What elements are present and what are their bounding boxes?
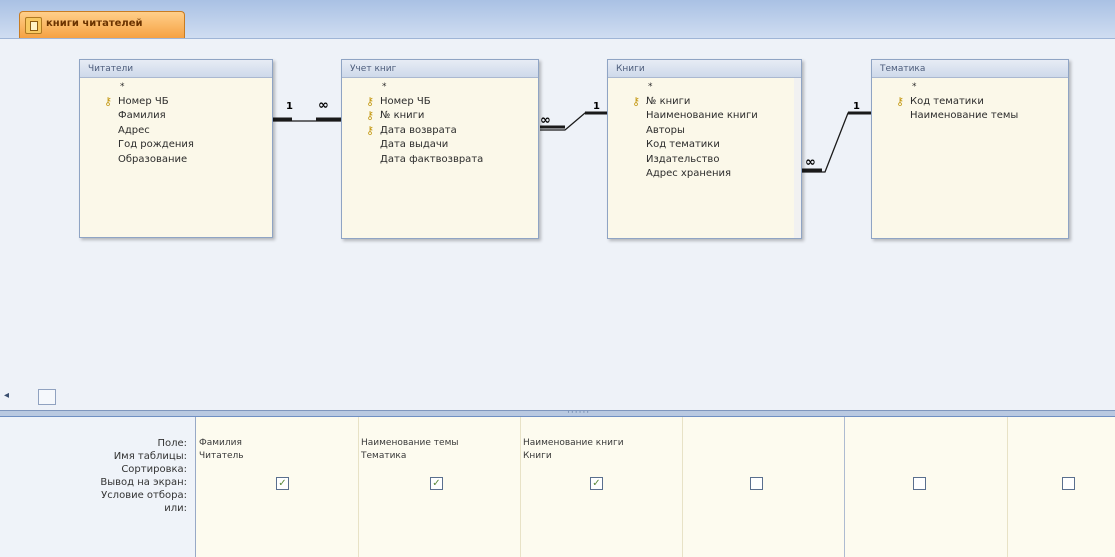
field-item[interactable]: Издательство xyxy=(608,153,801,168)
field-all[interactable]: * xyxy=(872,80,1068,95)
field-item[interactable]: Код тематики xyxy=(608,138,801,153)
field-item[interactable]: Адрес хранения xyxy=(608,167,801,182)
show-checkbox-6[interactable] xyxy=(1062,477,1075,490)
field-item[interactable]: Адрес xyxy=(80,124,272,139)
field-name: № книги xyxy=(380,110,425,121)
field-all[interactable]: * xyxy=(80,80,272,95)
row-label-criteria: Условие отбора: xyxy=(101,490,187,501)
field-all[interactable]: * xyxy=(608,80,801,95)
field-item[interactable]: Год рождения xyxy=(80,138,272,153)
relation-1-one-label: 1 xyxy=(286,101,293,112)
query-design-area[interactable]: 1 ∞ ∞ 1 ∞ 1 Читатели * ⚷ Номер ЧБ Фамилия… xyxy=(0,38,1115,412)
scroll-left-icon[interactable]: ◂ xyxy=(4,390,9,401)
grid-columns[interactable]: Фамилия Читатель ✓ Наименование темы Тем… xyxy=(195,417,1115,557)
row-label-or: или: xyxy=(164,503,187,514)
field-name: Образование xyxy=(118,153,188,165)
field-item[interactable]: Авторы xyxy=(608,124,801,139)
field-name: Адрес хранения xyxy=(646,168,732,179)
field-name: Код тематики xyxy=(646,139,720,150)
design-horizontal-scrollbar[interactable]: ◂ xyxy=(0,386,1115,409)
query-tab[interactable]: книги читателей xyxy=(19,11,185,39)
field-item[interactable]: Фамилия xyxy=(80,109,272,124)
row-label-table: Имя таблицы: xyxy=(113,451,187,462)
field-name: Номер ЧБ xyxy=(380,95,431,107)
field-list-title[interactable]: Тематика xyxy=(872,60,1068,78)
row-label-sort: Сортировка: xyxy=(121,464,187,475)
cell-field[interactable]: Наименование темы xyxy=(361,438,458,448)
show-checkbox-5[interactable] xyxy=(913,477,926,490)
cell-table[interactable]: Тематика xyxy=(361,451,406,461)
grid-column-1[interactable]: Фамилия Читатель ✓ xyxy=(196,417,359,557)
field-list-readers[interactable]: Читатели * ⚷ Номер ЧБ Фамилия Адрес Год р… xyxy=(79,59,273,238)
query-tab-label: книги читателей xyxy=(46,18,143,29)
relation-2-many-label: ∞ xyxy=(540,113,551,128)
field-list-title[interactable]: Учет книг xyxy=(342,60,538,78)
primary-key-icon: ⚷ xyxy=(366,94,375,108)
primary-key-icon: ⚷ xyxy=(896,94,905,108)
field-name: № книги xyxy=(646,95,691,107)
field-item[interactable]: Образование xyxy=(80,153,272,168)
field-item[interactable]: Наименование книги xyxy=(608,109,801,124)
field-item[interactable]: ⚷ № книги xyxy=(342,109,538,124)
field-list-topics[interactable]: Тематика * ⚷ Код тематики Наименование те… xyxy=(871,59,1069,239)
row-label-field: Поле: xyxy=(157,438,187,449)
field-name: Дата возврата xyxy=(380,124,457,136)
field-name: Дата фактвозврата xyxy=(380,153,484,165)
field-all[interactable]: * xyxy=(342,80,538,95)
field-item[interactable]: Дата выдачи xyxy=(342,138,538,153)
cell-table[interactable]: Книги xyxy=(523,451,552,461)
query-design-grid[interactable]: Поле: Имя таблицы: Сортировка: Вывод на … xyxy=(0,416,1115,557)
field-name: Адрес xyxy=(118,124,150,136)
field-name: Фамилия xyxy=(118,110,166,121)
grid-row-labels: Поле: Имя таблицы: Сортировка: Вывод на … xyxy=(0,417,195,557)
primary-key-icon: ⚷ xyxy=(366,109,375,122)
grid-column-5[interactable] xyxy=(845,417,1008,557)
grid-column-2[interactable]: Наименование темы Тематика ✓ xyxy=(358,417,521,557)
field-name: Номер ЧБ xyxy=(118,95,169,107)
field-list-scrollbar[interactable] xyxy=(794,78,801,238)
relation-2-one-label: 1 xyxy=(593,101,600,112)
row-label-show: Вывод на экран: xyxy=(100,477,187,488)
primary-key-icon: ⚷ xyxy=(104,94,113,108)
show-checkbox-4[interactable] xyxy=(750,477,763,490)
grid-column-6[interactable] xyxy=(1007,417,1115,557)
relation-3-one-label: 1 xyxy=(853,101,860,112)
primary-key-icon: ⚷ xyxy=(366,123,375,137)
field-list-title[interactable]: Читатели xyxy=(80,60,272,78)
field-list-books[interactable]: Книги * ⚷ № книги Наименование книги Авто… xyxy=(607,59,802,239)
grid-column-4[interactable] xyxy=(682,417,845,557)
field-name: Авторы xyxy=(646,124,685,136)
field-name: Наименование темы xyxy=(910,110,1019,121)
cell-table[interactable]: Читатель xyxy=(199,451,244,461)
field-item[interactable]: ⚷ Код тематики xyxy=(872,95,1068,110)
scroll-thumb[interactable] xyxy=(38,389,56,405)
field-name: Наименование книги xyxy=(646,110,758,121)
query-icon xyxy=(25,17,42,34)
field-name: Код тематики xyxy=(910,95,984,107)
cell-field[interactable]: Наименование книги xyxy=(523,438,624,448)
cell-field[interactable]: Фамилия xyxy=(199,438,242,448)
field-item[interactable]: ⚷ Дата возврата xyxy=(342,124,538,139)
field-item[interactable]: ⚷ Номер ЧБ xyxy=(342,95,538,110)
show-checkbox-1[interactable]: ✓ xyxy=(276,477,289,490)
field-list-book-records[interactable]: Учет книг * ⚷ Номер ЧБ ⚷ № книги ⚷ Дата воз… xyxy=(341,59,539,239)
relation-3-many-label: ∞ xyxy=(805,155,816,170)
field-name: Год рождения xyxy=(118,139,194,150)
primary-key-icon: ⚷ xyxy=(632,94,641,108)
field-name: Дата выдачи xyxy=(380,139,449,150)
field-item[interactable]: ⚷ № книги xyxy=(608,95,801,110)
field-name: Издательство xyxy=(646,153,720,165)
relation-1-many-label: ∞ xyxy=(318,98,329,113)
show-checkbox-3[interactable]: ✓ xyxy=(590,477,603,490)
field-item[interactable]: Наименование темы xyxy=(872,109,1068,124)
field-list-title[interactable]: Книги xyxy=(608,60,801,78)
field-item[interactable]: Дата фактвозврата xyxy=(342,153,538,168)
show-checkbox-2[interactable]: ✓ xyxy=(430,477,443,490)
grid-column-3[interactable]: Наименование книги Книги ✓ xyxy=(520,417,683,557)
field-item[interactable]: ⚷ Номер ЧБ xyxy=(80,95,272,110)
